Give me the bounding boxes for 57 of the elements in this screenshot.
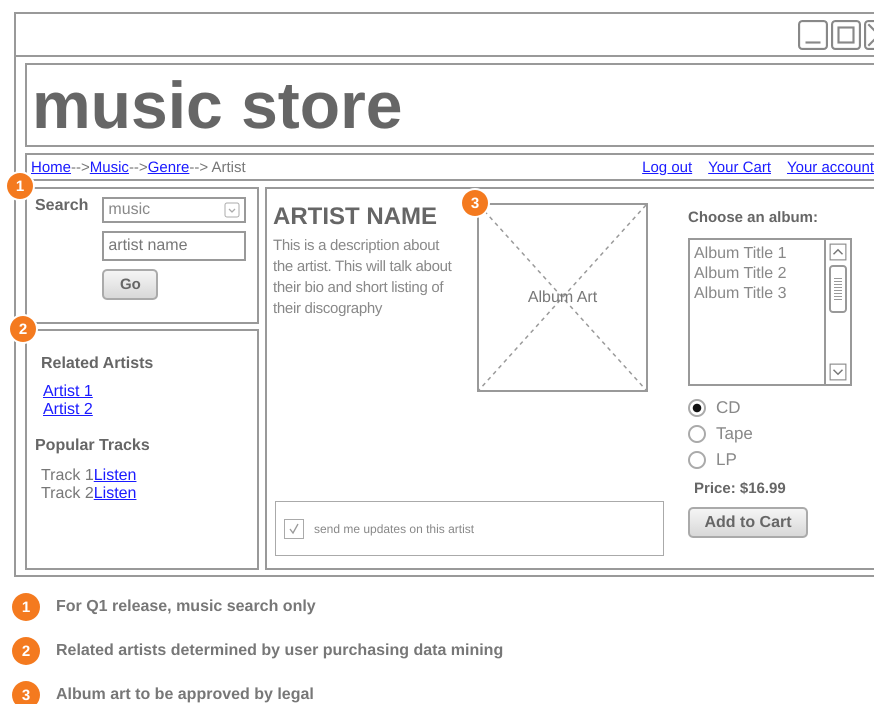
section-heading: Popular Tracks	[35, 437, 151, 455]
artist-description: This is a description about the artist. This will talk about their bio and short listing of their discography	[273, 236, 453, 319]
account-link[interactable]: Log out	[642, 158, 692, 176]
checkbox[interactable]	[284, 518, 304, 538]
scroll-down-icon[interactable]	[829, 363, 847, 381]
artist-link[interactable]: Artist 2	[43, 401, 93, 419]
artist-name: ARTIST NAME	[273, 203, 438, 231]
annotation-marker: 1	[12, 593, 40, 621]
breadcrumb-link[interactable]: Genre	[148, 158, 190, 176]
listen-link[interactable]: Listen	[94, 485, 136, 502]
format-label: LP	[716, 450, 737, 470]
category-dropdown[interactable]: music	[102, 197, 246, 223]
add-to-cart-button[interactable]: Add to Cart	[688, 507, 808, 538]
updates-label: send me updates on this artist	[314, 522, 474, 536]
format-label: CD	[716, 398, 741, 418]
breadcrumb-current: Artist	[210, 158, 246, 176]
dropdown-icon	[224, 202, 240, 218]
album-option[interactable]: Album Title 3	[694, 284, 820, 304]
account-link[interactable]: Your Cart	[708, 158, 771, 176]
breadcrumb-separator: -->	[189, 158, 208, 176]
annotation-marker: 1	[7, 173, 33, 199]
album-art-label: Album Art	[528, 288, 598, 306]
site-title: music store	[32, 72, 402, 138]
radio-button[interactable]	[688, 399, 706, 417]
scroll-up-icon[interactable]	[829, 243, 847, 261]
radio-button[interactable]	[688, 425, 706, 443]
album-listbox[interactable]: Album Title 1 Album Title 2 Album Title 3	[688, 238, 852, 386]
album-option[interactable]: Album Title 2	[694, 264, 820, 284]
album-option[interactable]: Album Title 1	[694, 244, 820, 264]
go-button[interactable]: Go	[102, 269, 158, 300]
listen-link[interactable]: Listen	[94, 467, 136, 484]
breadcrumb-link[interactable]: Home	[31, 158, 72, 176]
maximize-icon[interactable]	[831, 20, 861, 50]
format-label: Tape	[716, 424, 753, 444]
annotation-note: Related artists determined by user purchasing data mining	[56, 642, 504, 660]
annotation-marker: 2	[12, 637, 40, 665]
annotation-marker: 3	[12, 681, 40, 704]
price-label: Price: $16.99	[693, 480, 787, 497]
track-name: Track 2	[41, 485, 94, 502]
choose-album-label: Choose an album:	[688, 209, 820, 226]
artist-link[interactable]: Artist 1	[43, 383, 93, 401]
annotation-note: Album art to be approved by legal	[56, 686, 314, 704]
search-label: Search	[35, 197, 88, 216]
search-field[interactable]: artist name	[102, 231, 246, 261]
account-link[interactable]: Your account	[786, 158, 874, 176]
breadcrumb-link[interactable]: Music	[90, 158, 129, 176]
radio-button[interactable]	[688, 451, 706, 469]
breadcrumb-separator: -->	[128, 158, 148, 176]
scroll-thumb[interactable]	[829, 265, 847, 313]
section-heading: Related Artists	[40, 355, 154, 373]
annotation-marker: 2	[10, 316, 36, 342]
annotation-note: For Q1 release, music search only	[56, 598, 316, 616]
track-name: Track 1	[41, 467, 94, 484]
breadcrumb-separator: -->	[71, 158, 90, 176]
annotation-marker: 3	[462, 190, 488, 216]
minimize-icon[interactable]	[798, 20, 828, 50]
scrollbar[interactable]	[824, 240, 850, 384]
